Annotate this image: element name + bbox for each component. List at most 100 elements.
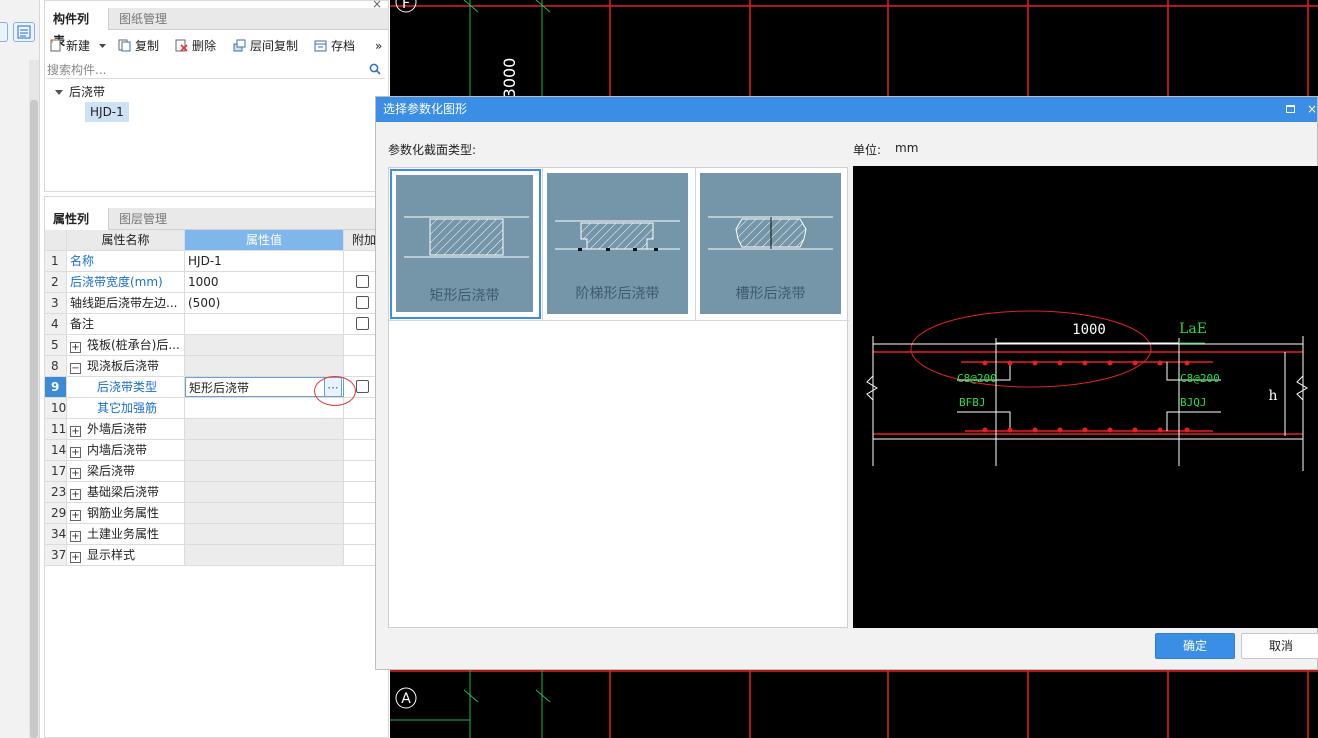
shape-label: 矩形后浇带 bbox=[429, 288, 500, 304]
property-value[interactable]: 1000 bbox=[185, 272, 344, 292]
group-label: 筏板(桩承台)后... bbox=[87, 338, 180, 352]
tab-property-list[interactable]: 属性列表 bbox=[45, 208, 109, 248]
tree-node-post-pour-strip[interactable]: 后浇带 bbox=[55, 83, 105, 100]
property-value[interactable]: (500) bbox=[185, 293, 344, 313]
copy-icon bbox=[118, 39, 131, 52]
scrollbar-thumb[interactable] bbox=[30, 100, 38, 738]
table-row[interactable]: 37 + 显示样式 bbox=[45, 545, 376, 566]
property-group-name[interactable]: + 内墙后浇带 bbox=[67, 440, 185, 460]
property-value bbox=[185, 545, 344, 565]
floor-copy-button[interactable]: 层间复制 bbox=[233, 36, 298, 56]
property-value bbox=[185, 503, 344, 523]
maximize-icon[interactable] bbox=[1286, 105, 1295, 113]
list-view-button[interactable] bbox=[13, 22, 35, 42]
left-rebar-label: C8@200 bbox=[957, 372, 997, 385]
table-row[interactable]: 8 − 现浇板后浇带 bbox=[45, 356, 376, 377]
expand-icon[interactable]: + bbox=[70, 342, 81, 353]
table-row[interactable]: 29 + 钢筋业务属性 bbox=[45, 503, 376, 524]
table-row[interactable]: 14 + 内墙后浇带 bbox=[45, 440, 376, 461]
lae-label: LaE bbox=[1179, 321, 1207, 337]
table-row[interactable]: 3 轴线距后浇带左边... (500) bbox=[45, 293, 376, 314]
shape-card-rectangular[interactable]: 矩形后浇带 bbox=[389, 168, 542, 320]
row-number: 34 bbox=[45, 524, 67, 544]
row-number: 2 bbox=[45, 272, 67, 292]
column-header-name[interactable]: 属性名称 bbox=[67, 230, 185, 250]
floor-copy-icon bbox=[233, 39, 246, 52]
tab-drawing-management[interactable]: 图纸管理 bbox=[111, 8, 175, 30]
property-value[interactable] bbox=[185, 314, 344, 334]
table-row[interactable]: 4 备注 bbox=[45, 314, 376, 335]
property-name: 后浇带类型 bbox=[67, 377, 185, 397]
property-group-name[interactable]: + 梁后浇带 bbox=[67, 461, 185, 481]
axis-label-bottom: A bbox=[401, 691, 411, 707]
table-row[interactable]: 23 + 基础梁后浇带 bbox=[45, 482, 376, 503]
expand-icon[interactable]: + bbox=[70, 426, 81, 437]
property-group-name[interactable]: + 筏板(桩承台)后... bbox=[67, 335, 185, 355]
sidebar-toggle-button[interactable] bbox=[0, 22, 8, 42]
expand-icon[interactable]: + bbox=[70, 489, 81, 500]
table-row[interactable]: 2 后浇带宽度(mm) 1000 bbox=[45, 272, 376, 293]
property-group-name[interactable]: + 外墙后浇带 bbox=[67, 419, 185, 439]
table-row[interactable]: 34 + 土建业务属性 bbox=[45, 524, 376, 545]
shape-label: 阶梯形后浇带 bbox=[575, 286, 660, 302]
property-group-name[interactable]: + 土建业务属性 bbox=[67, 524, 185, 544]
extra-checkbox[interactable] bbox=[356, 296, 369, 309]
expand-icon[interactable]: + bbox=[70, 510, 81, 521]
extra-checkbox[interactable] bbox=[356, 380, 369, 393]
group-label: 钢筋业务属性 bbox=[87, 506, 160, 520]
table-header: 属性名称 属性值 附加 bbox=[45, 230, 376, 251]
property-group-name[interactable]: + 钢筋业务属性 bbox=[67, 503, 185, 523]
tab-component-list[interactable]: 构件列表 bbox=[45, 8, 109, 48]
expand-icon[interactable]: + bbox=[70, 552, 81, 563]
height-label: h bbox=[1268, 388, 1277, 404]
extra-checkbox[interactable] bbox=[356, 275, 369, 288]
property-value[interactable]: HJD-1 bbox=[185, 251, 344, 271]
cancel-button[interactable]: 取消 bbox=[1241, 633, 1318, 659]
property-value bbox=[185, 461, 344, 481]
expand-triangle-icon[interactable] bbox=[55, 90, 63, 95]
property-group-name[interactable]: + 基础梁后浇带 bbox=[67, 482, 185, 502]
shape-label: 槽形后浇带 bbox=[735, 286, 806, 302]
property-group-name[interactable]: + 显示样式 bbox=[67, 545, 185, 565]
column-header-value[interactable]: 属性值 bbox=[185, 230, 344, 250]
collapse-icon[interactable]: − bbox=[70, 363, 81, 374]
shape-card-stepped[interactable]: 阶梯形后浇带 bbox=[542, 168, 695, 320]
delete-icon bbox=[175, 39, 188, 52]
table-row[interactable]: 1 名称 HJD-1 bbox=[45, 251, 376, 272]
property-value bbox=[185, 356, 344, 376]
search-icon[interactable] bbox=[369, 63, 381, 75]
property-value bbox=[185, 419, 344, 439]
width-dimension: 1000 bbox=[1072, 322, 1106, 338]
expand-icon[interactable]: + bbox=[70, 468, 81, 479]
list-icon bbox=[17, 25, 31, 39]
row-number: 3 bbox=[45, 293, 67, 313]
component-toolbar: 新建 复制 删除 层间复制 存档 » bbox=[45, 34, 388, 58]
property-name: 后浇带宽度(mm) bbox=[67, 272, 185, 292]
search-input[interactable] bbox=[47, 61, 365, 78]
more-button[interactable]: » bbox=[375, 36, 382, 56]
extra-cell bbox=[344, 461, 376, 481]
extra-checkbox[interactable] bbox=[356, 317, 369, 330]
archive-icon bbox=[314, 40, 327, 52]
expand-icon[interactable]: + bbox=[70, 447, 81, 458]
group-label: 梁后浇带 bbox=[87, 464, 136, 478]
table-row[interactable]: 11 + 外墙后浇带 bbox=[45, 419, 376, 440]
shape-card-grooved[interactable]: 槽形后浇带 bbox=[695, 168, 848, 320]
tab-layer-management[interactable]: 图层管理 bbox=[111, 208, 175, 230]
new-icon bbox=[50, 39, 61, 52]
delete-button[interactable]: 删除 bbox=[175, 36, 216, 56]
extra-cell bbox=[344, 356, 376, 376]
tree-node-hjd-1[interactable]: HJD-1 bbox=[85, 102, 129, 122]
copy-button[interactable]: 复制 bbox=[118, 36, 159, 56]
archive-button[interactable]: 存档 bbox=[314, 36, 355, 56]
column-header-extra[interactable]: 附加 bbox=[344, 230, 376, 250]
dialog-title-bar[interactable]: 选择参数化图形 bbox=[376, 97, 1317, 122]
dialog-close-button[interactable]: × bbox=[1307, 97, 1317, 122]
property-group-name[interactable]: − 现浇板后浇带 bbox=[67, 356, 185, 376]
group-label: 内墙后浇带 bbox=[87, 443, 148, 457]
expand-icon[interactable]: + bbox=[70, 531, 81, 542]
new-button[interactable]: 新建 bbox=[49, 36, 106, 56]
table-row[interactable]: 5 + 筏板(桩承台)后... bbox=[45, 335, 376, 356]
table-row[interactable]: 17 + 梁后浇带 bbox=[45, 461, 376, 482]
ok-button[interactable]: 确定 bbox=[1155, 633, 1235, 659]
